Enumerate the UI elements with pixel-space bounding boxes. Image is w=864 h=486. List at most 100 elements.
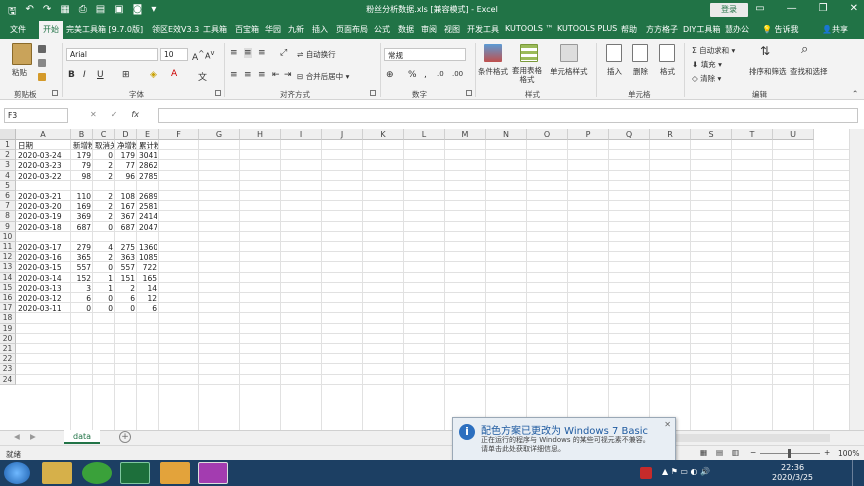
tray-icons[interactable]: ▲ ⚑ ▭ ◐ 🔊 — [662, 467, 742, 479]
middle-align-icon[interactable]: ≡ — [244, 48, 252, 58]
alignment-launcher-icon[interactable] — [370, 90, 376, 96]
data-cell[interactable]: 3041 — [139, 151, 157, 161]
bottom-align-icon[interactable]: ≡ — [258, 48, 266, 58]
column-header-B[interactable]: B — [71, 129, 93, 140]
sort-filter-icon[interactable]: ⇅ — [760, 44, 776, 62]
screen-recorder-icon[interactable] — [198, 462, 228, 484]
tab-jiuxin[interactable]: 九新 — [288, 24, 304, 35]
data-cell[interactable]: 169 — [73, 202, 91, 212]
data-cell[interactable]: 0 — [95, 263, 113, 273]
data-cell[interactable]: 1085 — [139, 253, 157, 263]
row-header-10[interactable]: 10 — [0, 231, 16, 242]
format-painter-icon[interactable] — [38, 73, 46, 81]
column-header-Q[interactable]: Q — [609, 129, 650, 140]
cut-icon[interactable] — [38, 45, 46, 53]
data-cell[interactable]: 96 — [117, 172, 135, 182]
data-cell[interactable]: 4 — [95, 243, 113, 253]
row-header-12[interactable]: 12 — [0, 252, 16, 263]
data-cell[interactable]: 2020-03-16 — [18, 253, 69, 263]
column-header-O[interactable]: O — [527, 129, 568, 140]
italic-icon[interactable]: I — [83, 70, 86, 80]
table-format-icon[interactable] — [520, 44, 538, 62]
notification-close-button[interactable]: ✕ — [664, 420, 671, 429]
row-header-9[interactable]: 9 — [0, 221, 16, 232]
data-cell[interactable]: 0 — [95, 294, 113, 304]
tab-file[interactable]: 文件 — [10, 24, 26, 35]
number-launcher-icon[interactable] — [466, 90, 472, 96]
border-icon[interactable]: ⊞ — [122, 70, 130, 80]
data-cell[interactable]: 3 — [73, 284, 91, 294]
zoom-in-icon[interactable]: + — [824, 448, 830, 457]
data-cell[interactable]: 369 — [73, 212, 91, 222]
data-cell[interactable]: 6 — [139, 304, 157, 314]
data-cell[interactable]: 2020-03-24 — [18, 151, 69, 161]
font-color-icon[interactable]: A — [171, 69, 177, 79]
data-cell[interactable]: 2047 — [139, 223, 157, 233]
comma-icon[interactable]: , — [424, 70, 427, 80]
row-header-16[interactable]: 16 — [0, 293, 16, 304]
row-header-17[interactable]: 17 — [0, 303, 16, 314]
tab-insert[interactable]: 插入 — [312, 24, 328, 35]
data-cell[interactable]: 2020-03-13 — [18, 284, 69, 294]
orientation-icon[interactable]: ⤢ — [280, 48, 287, 58]
row-header-24[interactable]: 24 — [0, 374, 16, 385]
clipboard-launcher-icon[interactable] — [52, 90, 58, 96]
data-cell[interactable]: 2020-03-15 — [18, 263, 69, 273]
data-cell[interactable] — [73, 182, 91, 192]
header-cell[interactable]: 日期 — [18, 141, 70, 151]
column-header-D[interactable]: D — [115, 129, 137, 140]
column-header-R[interactable]: R — [650, 129, 691, 140]
column-header-S[interactable]: S — [691, 129, 732, 140]
data-cell[interactable]: 0 — [73, 304, 91, 314]
data-cell[interactable] — [73, 233, 91, 243]
data-cell[interactable]: 1 — [95, 274, 113, 284]
tab-review[interactable]: 审阅 — [421, 24, 437, 35]
zoom-level[interactable]: 100% — [838, 449, 859, 458]
number-format-select[interactable]: 常规 — [384, 48, 466, 61]
data-cell[interactable]: 6 — [73, 294, 91, 304]
data-cell[interactable]: 2020-03-20 — [18, 202, 69, 212]
column-header-T[interactable]: T — [732, 129, 773, 140]
insert-function-icon[interactable]: fx — [131, 110, 139, 119]
restore-button[interactable]: ❐ — [819, 3, 828, 14]
tab-developer[interactable]: 开发工具 — [467, 24, 499, 35]
data-cell[interactable]: 2414 — [139, 212, 157, 222]
data-cell[interactable]: 108 — [117, 192, 135, 202]
font-size-select[interactable]: 10 — [160, 48, 188, 61]
prev-sheet-icon[interactable]: ◀ — [14, 432, 20, 441]
data-cell[interactable]: 2 — [95, 161, 113, 171]
data-cell[interactable]: 557 — [117, 263, 135, 273]
tab-perfect-toolbox[interactable]: 完美工具箱 [9.7.0版] — [66, 24, 143, 35]
file-explorer-icon[interactable] — [42, 462, 72, 484]
clear-button[interactable]: ◇ 清除 ▾ — [692, 73, 721, 84]
data-cell[interactable]: 2 — [95, 192, 113, 202]
next-sheet-icon[interactable]: ▶ — [30, 432, 36, 441]
data-cell[interactable]: 722 — [139, 263, 157, 273]
currency-icon[interactable]: ⊕ — [386, 70, 394, 80]
data-cell[interactable] — [95, 233, 113, 243]
sort-filter-button[interactable]: 排序和筛选 — [749, 66, 787, 77]
zoom-slider-thumb[interactable] — [788, 449, 791, 458]
tab-diy-toolbox[interactable]: DIY工具箱 — [683, 24, 720, 35]
cell-style-button[interactable]: 单元格样式 — [550, 66, 588, 77]
phonetic-icon[interactable]: 文 — [198, 70, 207, 83]
shrink-font-icon[interactable]: Av — [205, 49, 214, 61]
data-cell[interactable]: 2020-03-22 — [18, 172, 69, 182]
increase-decimal-icon[interactable]: .0 — [437, 70, 444, 78]
data-cell[interactable]: 365 — [73, 253, 91, 263]
data-cell[interactable]: 151 — [117, 274, 135, 284]
vertical-scrollbar[interactable] — [849, 129, 864, 430]
paste-icon[interactable] — [12, 43, 32, 65]
data-cell[interactable]: 2689 — [139, 192, 157, 202]
header-cell[interactable]: 新增粉 — [73, 141, 92, 151]
data-cell[interactable]: 79 — [73, 161, 91, 171]
column-header-J[interactable]: J — [322, 129, 363, 140]
enter-icon[interactable]: ✓ — [111, 110, 118, 119]
data-cell[interactable]: 2 — [95, 172, 113, 182]
cell-style-icon[interactable] — [560, 44, 578, 62]
tab-data[interactable]: 数据 — [398, 24, 414, 35]
font-launcher-icon[interactable] — [215, 90, 221, 96]
find-icon[interactable]: ⌕ — [801, 42, 817, 60]
data-cell[interactable]: 2020-03-23 — [18, 161, 69, 171]
column-header-I[interactable]: I — [281, 129, 322, 140]
